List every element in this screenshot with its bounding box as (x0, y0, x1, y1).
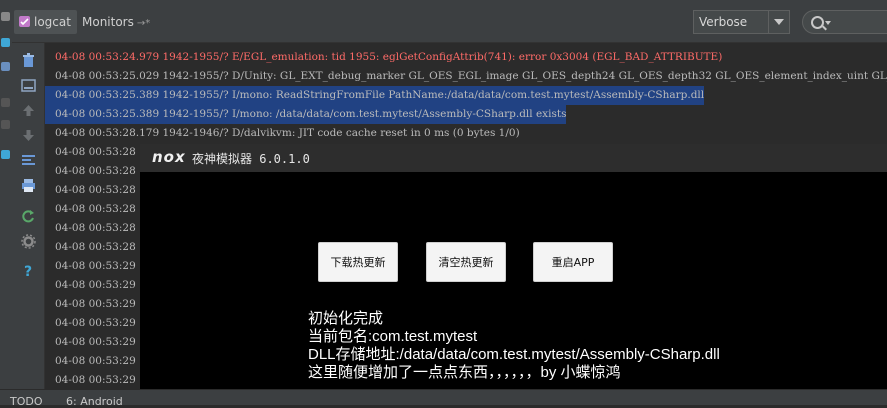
search-icon (811, 16, 824, 29)
log-line[interactable]: 04-08 00:53:29 (45, 276, 136, 295)
emulator-title: 夜神模拟器 6.0.1.0 (192, 152, 310, 166)
soft-wraps-icon[interactable] (21, 153, 36, 168)
log-line[interactable]: 04-08 00:53:25.029 1942-1955/? D/Unity: … (45, 67, 887, 86)
log-search-input[interactable] (802, 10, 887, 34)
log-level-select[interactable]: Verbose (693, 10, 790, 34)
info-line-note: 这里随便增加了一点点东西，，，，，，by 小蝶惊鸿 (308, 364, 621, 381)
tab-logcat-label: logcat (34, 15, 71, 29)
log-line[interactable]: 04-08 00:53:29 (45, 295, 136, 314)
log-line[interactable]: 04-08 00:53:25.389 1942-1955/? I/mono: /… (45, 105, 567, 124)
pin-icon[interactable]: →* (137, 18, 150, 29)
help-icon[interactable]: ? (21, 263, 36, 278)
log-line[interactable]: 04-08 00:53:28 (45, 219, 136, 238)
gear-icon[interactable] (21, 234, 36, 249)
search-history-dropdown-icon[interactable] (825, 21, 831, 25)
nox-logo: nox (152, 148, 186, 166)
print-icon[interactable] (21, 178, 36, 193)
log-line[interactable]: 04-08 00:53:29 (45, 314, 136, 333)
structure-icon[interactable] (1, 62, 10, 71)
log-line[interactable]: 04-08 00:53:28.179 1942-1946/? D/dalvikv… (45, 124, 520, 143)
download-hotfix-button[interactable]: 下载热更新 (318, 242, 398, 282)
tab-monitors[interactable]: Monitors →* (76, 10, 156, 34)
log-line[interactable]: 04-08 00:53:28 (45, 162, 136, 181)
info-line-dll-path: DLL存储地址:/data/data/com.test.mytest/Assem… (308, 346, 720, 363)
log-line[interactable]: 04-08 00:53:28 (45, 200, 136, 219)
android-tab[interactable]: 6: Android (66, 395, 123, 408)
restart-app-button[interactable]: 重启APP (533, 242, 613, 282)
capture-icon[interactable] (1, 98, 10, 107)
tab-monitors-label: Monitors (82, 15, 134, 29)
tab-logcat[interactable]: logcat (14, 10, 77, 34)
camera-icon[interactable] (1, 120, 10, 129)
log-line[interactable]: 04-08 00:53:25.389 1942-1955/? I/mono: R… (45, 86, 705, 105)
restart-icon[interactable] (21, 209, 36, 224)
info-line-package: 当前包名:com.test.mytest (308, 328, 478, 345)
log-line[interactable]: 04-08 00:53:24.979 1942-1955/? E/EGL_emu… (45, 48, 722, 67)
log-line[interactable]: 04-08 00:53:28 (45, 238, 136, 257)
log-line[interactable]: 04-08 00:53:29 (45, 257, 136, 276)
log-line[interactable]: 04-08 00:53:29 (45, 333, 136, 352)
log-level-value: Verbose (699, 15, 748, 29)
android-icon[interactable] (1, 38, 10, 47)
log-line[interactable]: 04-08 00:53:28 (45, 143, 136, 162)
emulator-title-bar[interactable]: nox 夜神模拟器 6.0.1.0 (140, 144, 887, 172)
logcat-toolbar: ? (12, 43, 45, 389)
svg-text:?: ? (24, 264, 32, 278)
log-line[interactable]: 04-08 00:53:29 (45, 371, 136, 389)
scroll-to-end-icon[interactable] (21, 78, 36, 93)
arrow-up-icon[interactable] (21, 103, 36, 118)
log-line[interactable]: 04-08 00:53:28 (45, 181, 136, 200)
emulator-screen[interactable]: 下载热更新 清空热更新 重启APP 初始化完成 当前包名:com.test.my… (140, 172, 887, 404)
chevron-down-icon[interactable] (768, 11, 789, 33)
info-line-status: 初始化完成 (308, 310, 384, 327)
arrow-down-icon[interactable] (21, 128, 36, 143)
log-line[interactable]: 04-08 00:53:29 (45, 352, 136, 371)
project-icon[interactable] (1, 12, 10, 21)
bottom-tool-bar: TODO 6: Android (0, 389, 887, 408)
favorites-icon[interactable] (1, 150, 10, 159)
logcat-icon (19, 16, 30, 27)
todo-tab[interactable]: TODO (10, 395, 43, 408)
clear-hotfix-button[interactable]: 清空热更新 (426, 242, 506, 282)
clear-logcat-icon[interactable] (21, 53, 36, 68)
